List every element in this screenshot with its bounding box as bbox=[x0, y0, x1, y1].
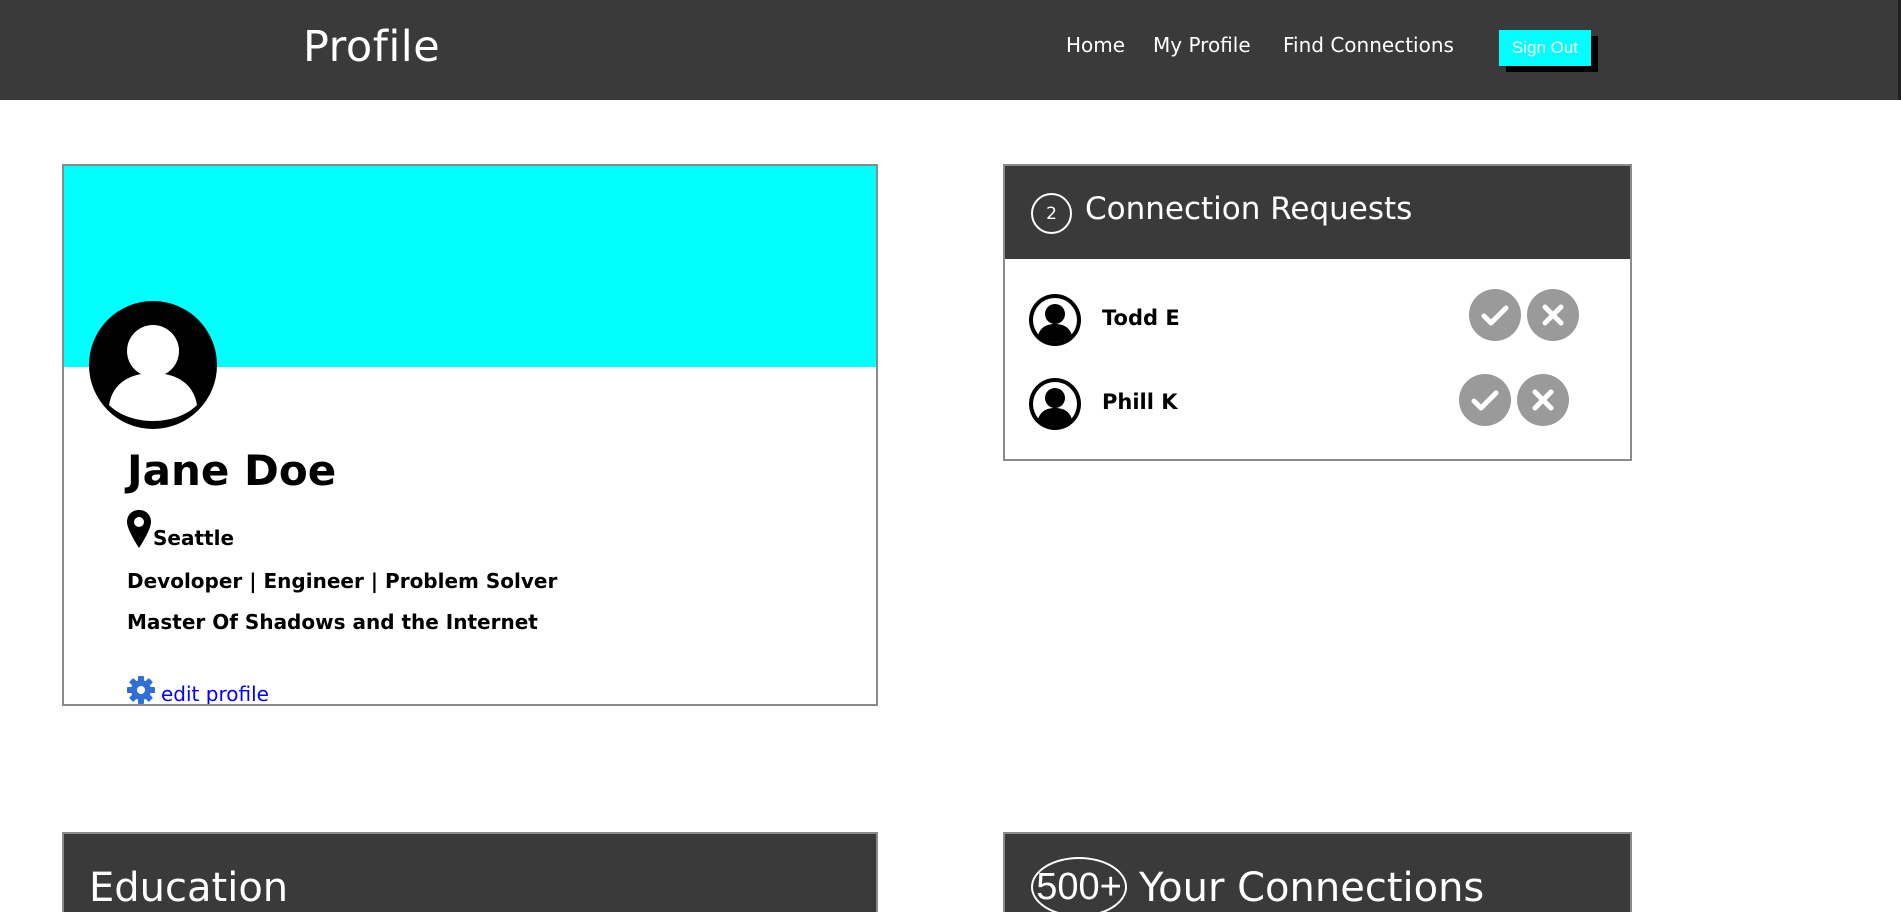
reject-request-button[interactable] bbox=[1527, 289, 1579, 341]
user-avatar-icon bbox=[89, 301, 217, 429]
map-pin-icon bbox=[127, 510, 151, 548]
app-title: Profile bbox=[303, 22, 441, 72]
connections-card: 500+ Your Connections bbox=[1003, 832, 1632, 912]
request-name[interactable]: Phill K bbox=[1102, 390, 1178, 414]
user-avatar-icon bbox=[1029, 294, 1081, 346]
nav-link-home[interactable]: Home bbox=[1066, 33, 1125, 57]
reject-request-button[interactable] bbox=[1517, 374, 1569, 426]
request-row: Phill K bbox=[1029, 374, 1589, 430]
bio-roles: Devoloper | Engineer | Problem Solver bbox=[127, 569, 558, 593]
check-icon bbox=[1481, 305, 1509, 326]
accept-request-button[interactable] bbox=[1469, 289, 1521, 341]
x-icon bbox=[1532, 389, 1554, 411]
connections-title: Your Connections bbox=[1139, 865, 1485, 911]
location-row: Seattle bbox=[127, 510, 235, 550]
education-card: Education bbox=[62, 832, 878, 912]
edit-profile-label: edit profile bbox=[161, 682, 269, 706]
location-text: Seattle bbox=[153, 526, 235, 550]
nav-link-find-connections[interactable]: Find Connections bbox=[1283, 33, 1454, 57]
edit-profile-link[interactable]: edit profile bbox=[127, 674, 269, 706]
bio-tagline: Master Of Shadows and the Internet bbox=[127, 610, 538, 634]
request-name[interactable]: Todd E bbox=[1102, 306, 1180, 330]
request-row: Todd E bbox=[1029, 289, 1589, 346]
nav-link-my-profile[interactable]: My Profile bbox=[1153, 33, 1251, 57]
user-avatar-icon bbox=[1029, 378, 1081, 430]
requests-header: 2 Connection Requests bbox=[1005, 166, 1630, 259]
requests-count-badge: 2 bbox=[1031, 193, 1072, 234]
connections-count-badge: 500+ bbox=[1031, 857, 1127, 912]
page: Profile Home My Profile Find Connections… bbox=[0, 0, 1901, 912]
profile-card: Jane Doe Seattle Devoloper | Engineer | … bbox=[62, 164, 878, 706]
connection-requests-card: 2 Connection Requests Todd E Phill K bbox=[1003, 164, 1632, 461]
navbar: Profile Home My Profile Find Connections… bbox=[0, 0, 1901, 100]
gear-icon bbox=[127, 676, 155, 704]
requests-title: Connection Requests bbox=[1085, 191, 1413, 227]
profile-name: Jane Doe bbox=[127, 446, 337, 495]
education-title: Education bbox=[89, 865, 289, 911]
accept-request-button[interactable] bbox=[1459, 374, 1511, 426]
x-icon bbox=[1542, 304, 1564, 326]
sign-out-button[interactable]: Sign Out bbox=[1499, 30, 1591, 66]
check-icon bbox=[1471, 390, 1499, 411]
